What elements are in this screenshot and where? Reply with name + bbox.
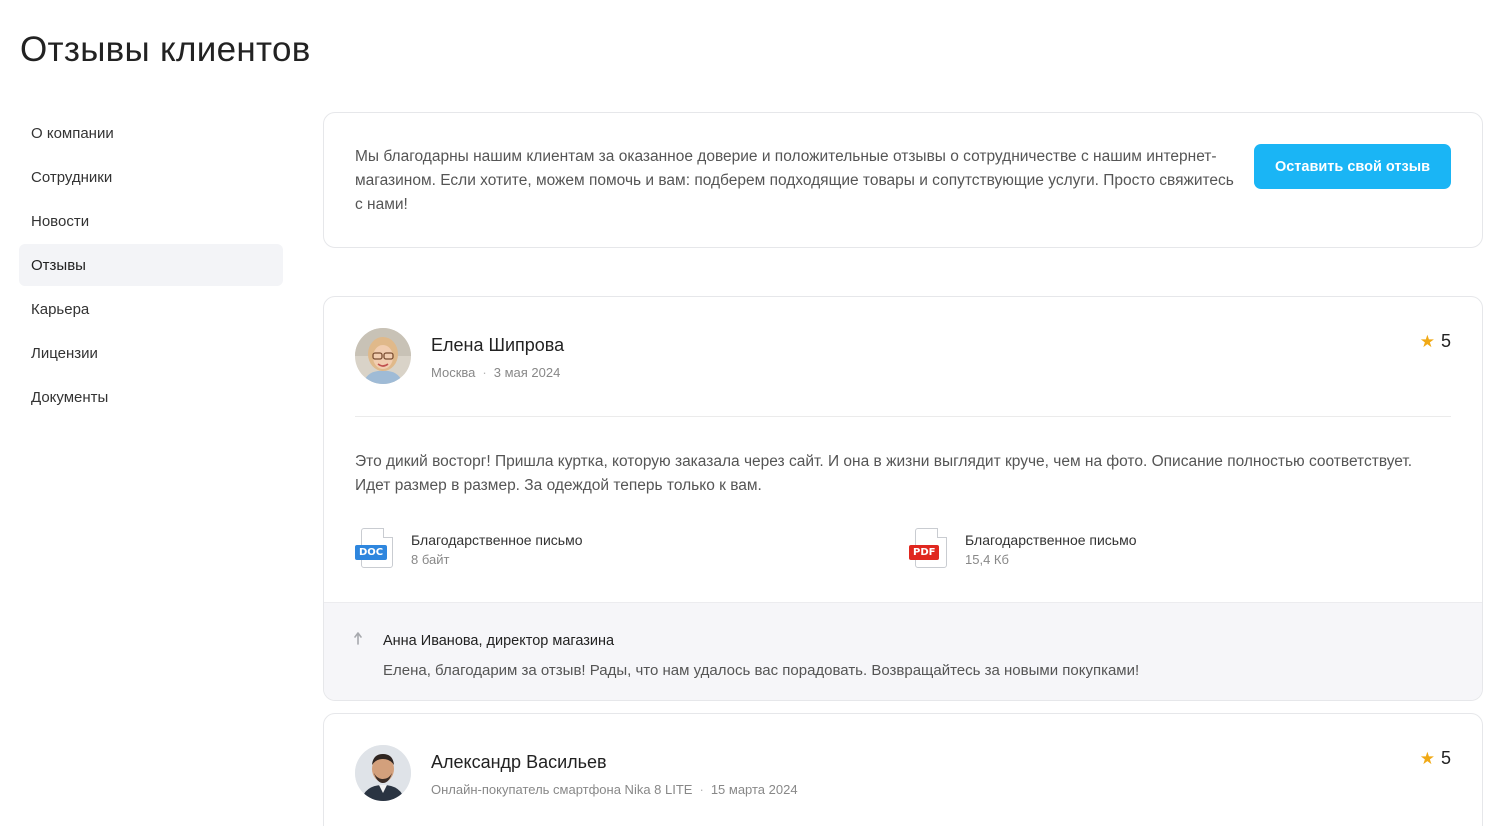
file-name: Благодарственное письмо — [411, 532, 583, 548]
attachment-pdf[interactable]: PDF Благодарственное письмо 15,4 Кб — [909, 527, 1137, 569]
sidebar-item-reviews[interactable]: Отзывы — [19, 244, 283, 286]
doc-file-icon: DOC — [355, 527, 395, 569]
author-location: Онлайн-покупатель смартфона Nika 8 LITE — [431, 782, 693, 797]
review-text: Это дикий восторг! Пришла куртка, котору… — [355, 453, 1413, 494]
intro-card: Мы благодарны нашим клиентам за оказанно… — [323, 112, 1483, 248]
attachment-doc[interactable]: DOC Благодарственное письмо 8 байт — [355, 527, 583, 569]
sidebar-nav: О компании Сотрудники Новости Отзывы Кар… — [19, 112, 283, 420]
file-size: 15,4 Кб — [965, 552, 1009, 567]
review-date: 15 марта 2024 — [710, 782, 798, 797]
author-meta: Москва · 3 мая 2024 — [431, 365, 560, 380]
meta-separator: · — [699, 782, 704, 797]
file-name: Благодарственное письмо — [965, 532, 1137, 548]
author-location: Москва — [431, 365, 476, 380]
sidebar-item-career[interactable]: Карьера — [19, 288, 283, 330]
meta-separator: · — [482, 365, 487, 380]
review-date: 3 мая 2024 — [493, 365, 561, 380]
author-name: Александр Васильев — [431, 752, 607, 772]
sidebar-item-documents[interactable]: Документы — [19, 376, 283, 418]
star-icon: ★ — [1419, 748, 1435, 768]
sidebar-item-staff[interactable]: Сотрудники — [19, 156, 283, 198]
intro-text: Мы благодарны нашим клиентам за оказанно… — [355, 148, 1234, 213]
author-name: Елена Шипрова — [431, 335, 565, 355]
sidebar-item-news[interactable]: Новости — [19, 200, 283, 242]
rating-value: 5 — [1440, 331, 1451, 351]
leave-review-button[interactable]: Оставить свой отзыв — [1254, 144, 1451, 189]
reply-author: Анна Иванова, директор магазина — [383, 633, 615, 649]
avatar — [355, 328, 411, 384]
rating: ★ 5 — [1420, 748, 1451, 769]
pdf-file-icon: PDF — [909, 527, 949, 569]
avatar — [355, 745, 411, 801]
file-size: 8 байт — [411, 552, 450, 567]
star-icon: ★ — [1419, 331, 1435, 351]
reply-text: Елена, благодарим за отзыв! Рады, что на… — [383, 662, 1140, 679]
review-card: Александр Васильев Онлайн-покупатель сма… — [323, 713, 1483, 826]
reply-arrow-icon — [354, 631, 368, 650]
divider — [355, 416, 1451, 417]
store-reply: Анна Иванова, директор магазина Елена, б… — [324, 602, 1482, 700]
rating: ★ 5 — [1420, 331, 1451, 352]
page-title: Отзывы клиентов — [20, 30, 311, 69]
author-meta: Онлайн-покупатель смартфона Nika 8 LITE ·… — [431, 782, 798, 797]
sidebar-item-licenses[interactable]: Лицензии — [19, 332, 283, 374]
review-card: Елена Шипрова Москва · 3 мая 2024 ★ 5 Это … — [323, 296, 1483, 701]
sidebar-item-about[interactable]: О компании — [19, 112, 283, 154]
rating-value: 5 — [1440, 748, 1451, 768]
